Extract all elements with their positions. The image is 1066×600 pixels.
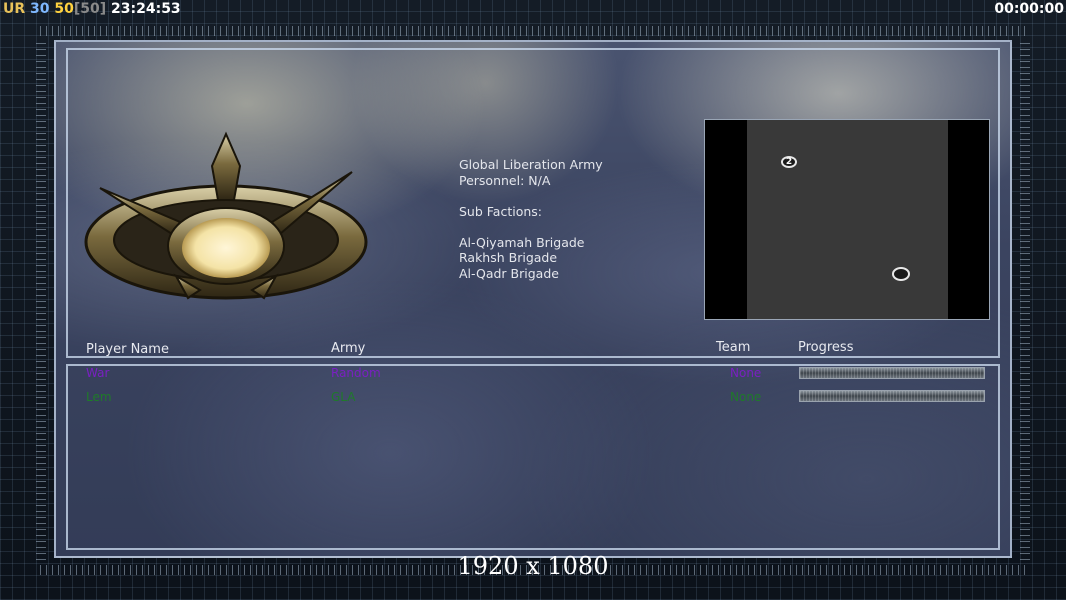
faction-name: Global Liberation Army — [459, 157, 603, 172]
sub-faction-item: Al-Qadr Brigade — [459, 265, 559, 281]
player-team: None — [730, 366, 762, 380]
fps-value: 30 — [30, 1, 50, 17]
column-header-army: Army — [331, 341, 366, 356]
player-progress-bar — [799, 390, 985, 402]
column-header-progress: Progress — [798, 340, 854, 355]
start-position-marker: 2 — [781, 156, 797, 168]
gla-emblem-icon — [84, 131, 368, 300]
faction-info: Global Liberation Army Personnel: N/A Su… — [459, 157, 603, 281]
sub-faction-item: Al-Qiyamah Brigade — [459, 234, 585, 250]
column-header-team: Team — [716, 340, 751, 355]
resolution-label: 1920 x 1080 — [457, 552, 609, 580]
player-army: GLA — [331, 390, 356, 404]
game-timer: 00:00:00 — [994, 1, 1064, 17]
player-army: Random — [331, 366, 381, 380]
player-progress-bar — [799, 367, 985, 379]
player-name: Lem — [86, 390, 112, 404]
frame-ruler-right — [1020, 40, 1030, 560]
sub-factions-label: Sub Factions: — [459, 203, 543, 219]
player-team: None — [730, 390, 762, 404]
sub-faction-item: Rakhsh Brigade — [459, 250, 558, 265]
faction-personnel: Personnel: N/A — [459, 172, 551, 188]
ur-label: UR — [3, 1, 26, 17]
frame-ruler-left — [36, 40, 46, 560]
clock: 23:24:53 — [111, 1, 181, 17]
fps-cap-max: [50] — [73, 1, 107, 17]
hud-stats: UR 30 50[50] 23:24:53 — [3, 0, 181, 18]
player-name: War — [86, 366, 110, 380]
minimap-terrain: 2 — [747, 120, 948, 319]
minimap: 2 — [704, 119, 990, 320]
column-header-player-name: Player Name — [86, 342, 169, 357]
frame-ruler-top — [40, 26, 1026, 36]
start-position-marker — [892, 267, 910, 281]
fps-cap-value: 50 — [54, 1, 74, 17]
